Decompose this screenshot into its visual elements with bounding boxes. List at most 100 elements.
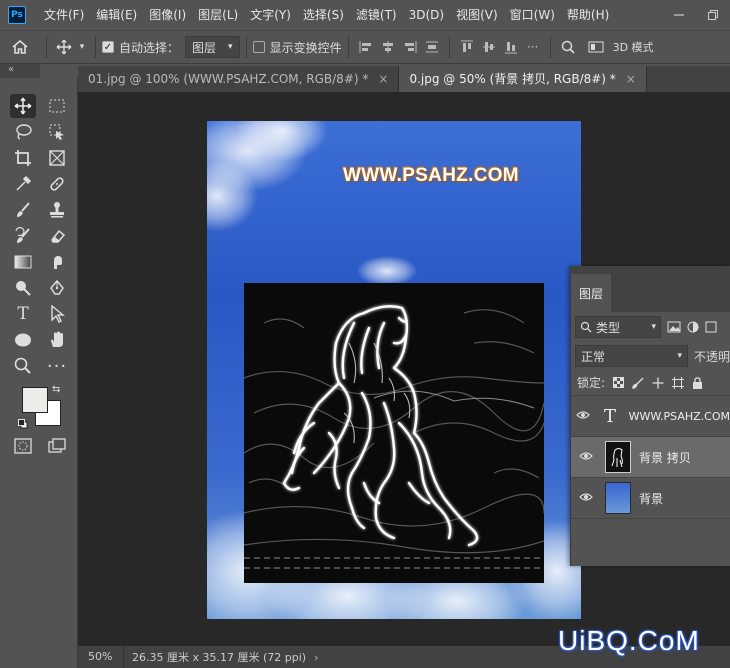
visibility-eye-icon[interactable]	[571, 409, 595, 423]
menu-image[interactable]: 图像(I)	[143, 0, 192, 30]
eyedropper-tool-icon[interactable]	[10, 172, 36, 196]
lock-artboard-icon[interactable]	[672, 376, 685, 389]
hand-tool-icon[interactable]	[44, 328, 70, 352]
workspace-icon[interactable]	[587, 30, 605, 64]
type-tool-icon[interactable]: T	[10, 302, 36, 326]
lock-row: 锁定:	[571, 370, 730, 396]
brush-tool-icon[interactable]	[10, 198, 36, 222]
clone-stamp-tool-icon[interactable]	[44, 198, 70, 222]
close-icon[interactable]: ×	[378, 66, 388, 92]
layer-kind-filter[interactable]: 类型 ▾	[575, 316, 661, 338]
menu-bar: Ps 文件(F) 编辑(E) 图像(I) 图层(L) 文字(Y) 选择(S) 滤…	[0, 0, 730, 30]
window-controls	[662, 0, 730, 30]
more-tools-icon[interactable]: ···	[44, 354, 70, 378]
smudge-tool-icon[interactable]	[44, 250, 70, 274]
marquee-tool-icon[interactable]	[44, 94, 70, 118]
menu-view[interactable]: 视图(V)	[450, 0, 504, 30]
distribute-vertical-icon[interactable]	[423, 30, 441, 64]
home-icon[interactable]	[0, 30, 40, 64]
zoom-tool-icon[interactable]	[10, 354, 36, 378]
screen-mode-icon[interactable]	[44, 434, 70, 458]
eraser-tool-icon[interactable]	[44, 224, 70, 248]
document-size: 26.35 厘米 x 35.17 厘米 (72 ppi)	[132, 651, 307, 664]
layer-row-text[interactable]: T WWW.PSAHZ.COM	[571, 396, 730, 437]
chevron-down-icon: ▾	[677, 351, 682, 361]
layer-name: 背景	[639, 491, 664, 506]
menu-3d[interactable]: 3D(D)	[403, 0, 450, 30]
quick-mask-icon[interactable]	[10, 434, 36, 458]
auto-select-value: 图层	[192, 40, 217, 55]
photoshop-logo-icon: Ps	[8, 6, 26, 24]
auto-select-dropdown[interactable]: 图层 ▾	[185, 36, 240, 58]
menu-filter[interactable]: 滤镜(T)	[350, 0, 403, 30]
chevron-right-icon[interactable]: ›	[314, 651, 318, 664]
foreground-color-swatch[interactable]	[22, 387, 48, 413]
frame-tool-icon[interactable]	[44, 146, 70, 170]
gradient-tool-icon[interactable]	[10, 250, 36, 274]
sky-cloud	[207, 161, 257, 231]
image-filter-icon[interactable]	[667, 321, 681, 333]
separator	[95, 36, 96, 58]
menu-layer[interactable]: 图层(L)	[192, 0, 244, 30]
object-selection-tool-icon[interactable]	[44, 120, 70, 144]
lock-transparent-icon[interactable]	[613, 377, 625, 388]
tab-0-jpg[interactable]: 0.jpg @ 50% (背景 拷贝, RGB/8#) * ×	[399, 66, 647, 92]
tab-01-jpg[interactable]: 01.jpg @ 100% (WWW.PSAHZ.COM, RGB/8#) * …	[78, 66, 400, 92]
search-icon[interactable]	[559, 30, 577, 64]
3d-mode-label[interactable]: 3D 模式	[613, 39, 654, 55]
restore-icon[interactable]	[696, 0, 730, 30]
visibility-eye-icon[interactable]	[571, 450, 601, 464]
opacity-label: 不透明	[693, 349, 730, 364]
chevron-down-icon: ▾	[228, 42, 233, 52]
align-top-icon[interactable]	[458, 30, 476, 64]
separator	[46, 36, 47, 58]
show-transform-checkbox[interactable]	[252, 41, 265, 53]
align-bottom-icon[interactable]	[502, 30, 520, 64]
menu-select[interactable]: 选择(S)	[297, 0, 350, 30]
layer-row-background-copy[interactable]: 背景 拷贝	[571, 437, 730, 478]
lasso-tool-icon[interactable]	[10, 120, 36, 144]
ellipse-tool-icon[interactable]	[10, 328, 36, 352]
layer-row-background[interactable]: 背景	[571, 478, 730, 519]
tab-layers[interactable]: 图层	[571, 274, 611, 312]
separator	[347, 36, 349, 58]
visibility-eye-icon[interactable]	[571, 491, 601, 505]
menu-type[interactable]: 文字(Y)	[244, 0, 297, 30]
blend-mode-dropdown[interactable]: 正常 ▾	[575, 345, 688, 367]
more-icon[interactable]: ···	[524, 30, 542, 64]
type-filter-icon[interactable]	[705, 321, 717, 333]
move-tool-icon[interactable]	[53, 30, 75, 64]
document-canvas[interactable]: WWW.PSAHZ.COM	[207, 121, 581, 619]
menu-window[interactable]: 窗口(W)	[504, 0, 561, 30]
type-layer-icon: T	[604, 405, 617, 427]
layer-name: WWW.PSAHZ.COM	[628, 409, 730, 423]
adjustment-filter-icon[interactable]	[687, 321, 699, 333]
separator	[549, 36, 551, 58]
lock-pixels-icon[interactable]	[632, 377, 644, 389]
glowing-horse-layer	[244, 283, 544, 583]
minimize-icon[interactable]	[662, 0, 696, 30]
align-left-icon[interactable]	[357, 30, 375, 64]
zoom-level[interactable]: 50%	[78, 646, 124, 668]
align-right-icon[interactable]	[401, 30, 419, 64]
healing-brush-tool-icon[interactable]	[44, 172, 70, 196]
lock-position-icon[interactable]	[652, 377, 664, 389]
close-icon[interactable]: ×	[626, 66, 636, 92]
auto-select-checkbox[interactable]: ✓	[102, 41, 114, 53]
swap-colors-icon[interactable]: ⇆	[52, 384, 60, 395]
history-brush-tool-icon[interactable]	[10, 224, 36, 248]
chevron-down-icon[interactable]: ▾	[75, 30, 89, 64]
dodge-tool-icon[interactable]	[10, 276, 36, 300]
default-colors-icon[interactable]	[18, 418, 28, 429]
path-selection-tool-icon[interactable]	[44, 302, 70, 326]
menu-help[interactable]: 帮助(H)	[561, 0, 615, 30]
crop-tool-icon[interactable]	[10, 146, 36, 170]
menu-edit[interactable]: 编辑(E)	[90, 0, 143, 30]
pen-tool-icon[interactable]	[44, 276, 70, 300]
move-tool-icon[interactable]	[10, 94, 36, 118]
menu-file[interactable]: 文件(F)	[38, 0, 90, 30]
collapse-toggle[interactable]: «	[0, 64, 40, 78]
align-center-icon[interactable]	[379, 30, 397, 64]
lock-all-icon[interactable]	[692, 376, 703, 389]
align-middle-icon[interactable]	[480, 30, 498, 64]
